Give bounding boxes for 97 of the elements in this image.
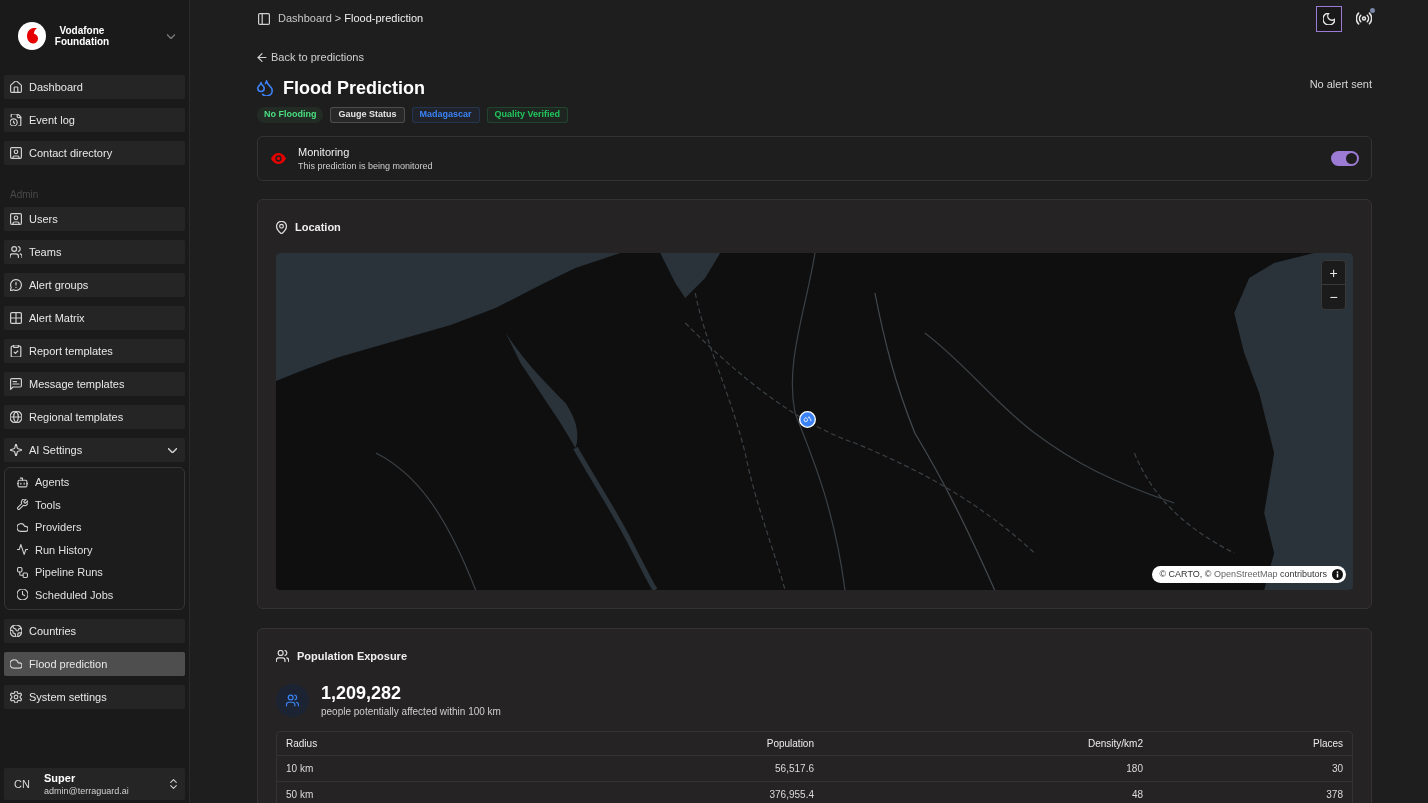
map-pin-icon [276,220,287,234]
workflow-icon [17,566,28,578]
population-caption: people potentially affected within 100 km [321,705,501,718]
grid-icon [10,312,22,324]
org-name: Vodafone Foundation [54,25,110,47]
sidebar-item[interactable]: Regional templates [4,405,185,429]
clipboard-check-icon [10,345,22,357]
status-badge: Gauge Status [330,107,405,123]
population-total: 1,209,282 [321,683,402,703]
table-cell-text: 180 [1125,762,1144,775]
section-title: Location [295,219,341,235]
sidebar-item[interactable]: Report templates [4,339,185,363]
monitoring-title: Monitoring [298,145,350,159]
contact-card-icon [10,147,22,159]
wrench-icon [17,499,28,511]
sidebar-item[interactable]: Message templates [4,372,185,396]
sidebar-item[interactable]: Users [4,207,185,231]
house-icon [10,81,22,93]
table-cell-text: 10 km [285,762,315,775]
droplets-icon [257,80,273,96]
settings-icon [10,691,22,703]
map-marker-icon [799,411,816,428]
sidebar-item[interactable]: Alert Matrix [4,306,185,330]
chevron-down-icon [167,33,175,39]
eye-icon [270,153,287,164]
alert-bubble-icon [10,279,22,291]
sidebar-item[interactable]: Teams [4,240,185,264]
table-cell-text: 50 km [285,788,315,801]
sidebar-item[interactable]: Flood prediction [4,652,185,676]
alert-status: No alert sent [1309,77,1372,91]
status-badge: Madagascar [411,107,480,123]
map-attribution: © CARTO, © OpenStreetMap contributors [1159,567,1327,581]
monitoring-switch[interactable] [1331,151,1359,166]
arrow-left-icon [257,52,267,62]
attribution-link[interactable]: OpenStreetMap [1213,568,1278,579]
status-badge: No Flooding [257,107,324,123]
table-cell-text: 56,517.6 [774,762,815,775]
section-title: Population Exposure [297,648,407,664]
users-icon [276,684,309,717]
info-icon [1332,569,1343,580]
submenu-item[interactable]: Agents [5,471,184,494]
activity-icon [17,544,28,556]
user-name: Super [44,771,76,785]
sidebar-item[interactable]: Dashboard [4,75,185,99]
submenu-item[interactable]: Run History [5,538,184,561]
table-cell-text: 378 [1325,788,1344,801]
cloud-icon [10,658,22,670]
robot-icon [17,476,28,488]
zoom-in-button[interactable]: + [1322,261,1345,285]
submenu-item[interactable]: Providers [5,516,184,539]
sidebar-item[interactable]: System settings [4,685,185,709]
submenu-item[interactable]: Tools [5,493,184,516]
monitoring-description: This prediction is being monitored [298,160,433,172]
sidebar-item[interactable]: AI Settings [4,438,185,462]
cloud-icon [17,521,28,533]
submenu-item[interactable]: Pipeline Runs [5,561,184,584]
back-link[interactable]: Back to predictions [257,50,364,64]
column-header: Radius [285,737,319,750]
status-badge: Quality Verified [486,107,569,123]
moon-icon [1323,12,1335,25]
breadcrumb-separator: > [334,11,342,27]
table-cell-text: 30 [1330,762,1344,775]
status-dot-icon [1370,8,1375,13]
clock-icon [17,589,28,601]
sidebar-item[interactable]: Contact directory [4,141,185,165]
file-clock-icon [10,114,22,126]
contact-card-icon [10,213,22,225]
users-icon [276,650,289,662]
sidebar-toggle-button[interactable] [257,12,270,25]
chevron-down-icon [168,447,177,453]
avatar-initials: CN [14,776,31,792]
table-cell-text: 48 [1130,788,1144,801]
column-header: Density/km2 [1087,737,1144,750]
user-menu[interactable]: CN Super admin@terraguard.ai [4,768,185,800]
sidebar-item[interactable]: Countries [4,619,185,643]
current-page-label: Flood-prediction [344,11,424,27]
submenu-item[interactable]: Scheduled Jobs [5,583,184,606]
column-header: Places [1312,737,1344,750]
globe-icon [10,411,22,423]
panel-icon [257,12,270,25]
theme-toggle-button[interactable] [1316,5,1342,32]
breadcrumb-link[interactable]: Dashboard [278,10,332,27]
globe-icon [10,625,22,637]
user-email: admin@terraguard.ai [44,784,129,797]
sidebar-item[interactable]: Alert groups [4,273,185,297]
column-header: Population [765,737,815,750]
org-switcher[interactable]: Vodafone Foundation [4,20,185,52]
page-title: Flood Prediction [283,77,425,100]
broadcast-icon [1356,12,1372,25]
sparkle-icon [10,444,22,456]
sidebar-item[interactable]: Event log [4,108,185,132]
table-cell-text: 376,955.4 [768,788,815,801]
users-icon [10,246,22,258]
zoom-out-button[interactable]: − [1322,285,1345,309]
chevrons-up-down-icon [170,779,177,789]
message-icon [10,378,22,390]
logo-icon [18,22,46,50]
